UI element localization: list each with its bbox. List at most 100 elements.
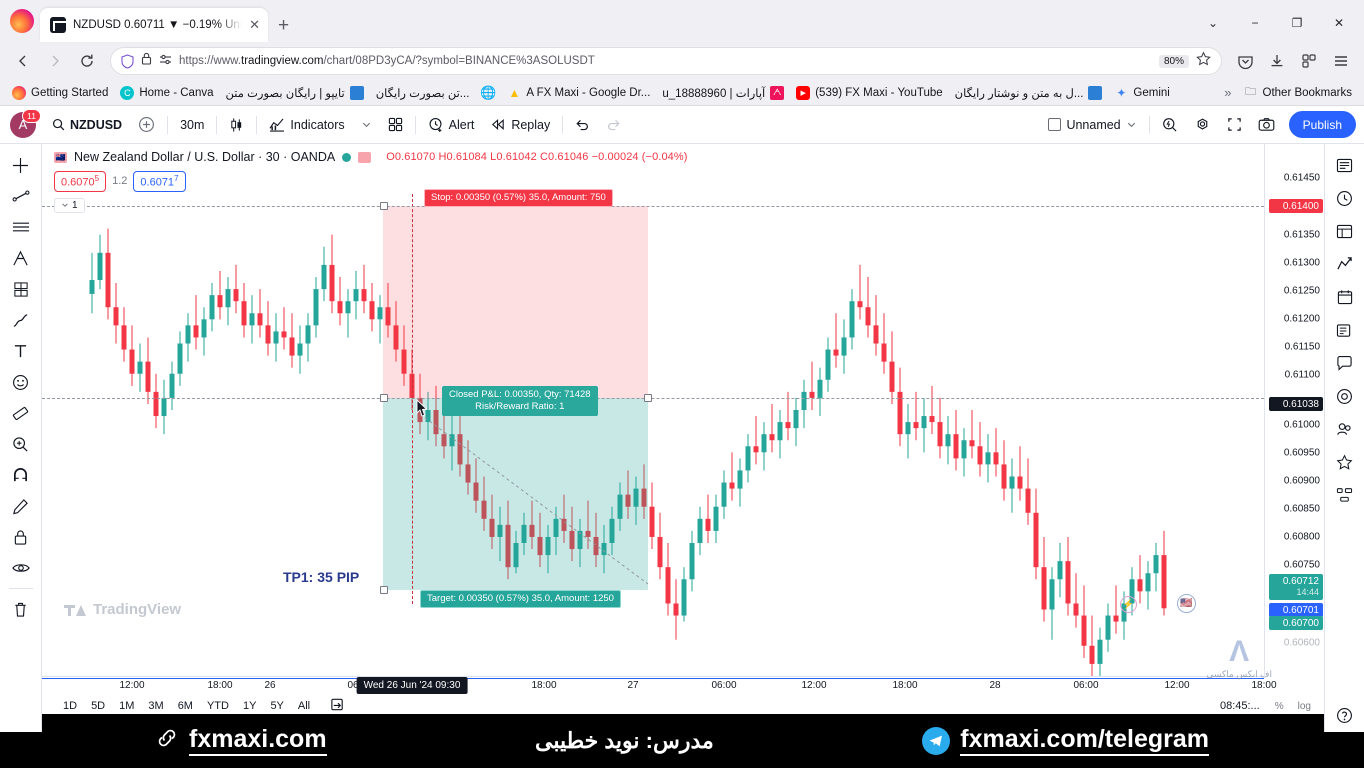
reload-icon[interactable] bbox=[72, 47, 102, 75]
magnet-icon[interactable] bbox=[5, 460, 37, 490]
close-icon[interactable]: ✕ bbox=[249, 17, 260, 33]
close-window-button[interactable]: ✕ bbox=[1320, 11, 1358, 35]
symbol-search-button[interactable]: NZDUSD bbox=[44, 111, 130, 139]
chart-settings-button[interactable] bbox=[1186, 111, 1219, 139]
website-link[interactable]: fxmaxi.com bbox=[155, 726, 327, 756]
bookmark-getting-started[interactable]: Getting Started bbox=[6, 84, 114, 102]
fib-pitchfork-icon[interactable] bbox=[5, 243, 37, 273]
text-tool-icon[interactable] bbox=[5, 336, 37, 366]
trend-line-icon[interactable] bbox=[5, 181, 37, 211]
calendar-icon[interactable] bbox=[1331, 284, 1359, 310]
bid-price-badge[interactable]: 0.60705 bbox=[54, 171, 107, 192]
maximize-button[interactable]: ❐ bbox=[1278, 11, 1316, 35]
news-icon[interactable] bbox=[1331, 317, 1359, 343]
price-scale[interactable]: 0.61450 0.61400 0.61350 0.61300 0.61250 … bbox=[1264, 144, 1324, 676]
flag-badge-icon[interactable]: 🇺🇸 bbox=[1177, 594, 1196, 613]
horizontal-lines-icon[interactable] bbox=[5, 212, 37, 242]
time-scale[interactable]: 12:00 18:00 26 06:00 Wed 26 Jun '24 09:3… bbox=[42, 676, 1277, 696]
bookmark-aparat[interactable]: ᗅ آپارات | u_18888960 bbox=[656, 84, 790, 102]
candlestick-plot[interactable]: Stop: 0.00350 (0.57%) 35.0, Amount: 750 … bbox=[42, 144, 1264, 679]
downloads-icon[interactable] bbox=[1262, 47, 1292, 75]
watchlist-icon[interactable] bbox=[1331, 152, 1359, 178]
bookmark-globe[interactable]: 🌐 bbox=[475, 84, 501, 102]
replay-button[interactable]: Replay bbox=[482, 111, 558, 139]
help-icon[interactable] bbox=[1331, 702, 1359, 728]
fullscreen-button[interactable] bbox=[1219, 111, 1250, 139]
range-6m[interactable]: 6M bbox=[171, 698, 200, 714]
back-arrow-icon[interactable] bbox=[8, 47, 38, 75]
indicators-button[interactable]: Indicators bbox=[261, 111, 352, 139]
bookmark-home-canva[interactable]: C Home - Canva bbox=[114, 84, 219, 102]
auto-scale-toggle[interactable]: log bbox=[1291, 699, 1318, 714]
risk-zone[interactable] bbox=[383, 206, 648, 398]
templates-button[interactable] bbox=[380, 111, 411, 139]
bookmarks-overflow-button[interactable]: » bbox=[1218, 83, 1237, 102]
extensions-icon[interactable] bbox=[1294, 47, 1324, 75]
measure-ruler-icon[interactable] bbox=[5, 398, 37, 428]
publish-button[interactable]: Publish bbox=[1288, 111, 1356, 138]
long-position-icon[interactable] bbox=[5, 274, 37, 304]
snapshot-button[interactable] bbox=[1250, 111, 1283, 139]
range-5d[interactable]: 5D bbox=[84, 698, 112, 714]
redo-button[interactable] bbox=[598, 111, 629, 139]
add-symbol-button[interactable] bbox=[130, 111, 163, 139]
bookmark-fx-maxi-drive[interactable]: ▲ A FX Maxi - Google Dr... bbox=[501, 84, 656, 102]
object-tree-icon[interactable] bbox=[1331, 482, 1359, 508]
bookmark-typo-2[interactable]: ...ل به متن و نوشتار رایگان bbox=[949, 84, 1109, 102]
range-1d[interactable]: 1D bbox=[56, 698, 84, 714]
bookmark-star-icon[interactable] bbox=[1196, 51, 1211, 71]
ask-price-badge[interactable]: 0.60717 bbox=[133, 171, 186, 192]
indicators-chevron-down-icon[interactable] bbox=[353, 111, 380, 139]
range-3m[interactable]: 3M bbox=[141, 698, 170, 714]
hide-drawings-eye-icon[interactable] bbox=[5, 553, 37, 583]
browser-tab[interactable]: NZDUSD 0.60711 ▼ −0.19% Unn ✕ bbox=[40, 8, 268, 42]
telegram-link[interactable]: fxmaxi.com/telegram bbox=[922, 726, 1209, 756]
order-qty-selector[interactable]: 1 bbox=[54, 197, 85, 213]
url-bar[interactable]: https://www.tradingview.com/chart/08PD3y… bbox=[110, 47, 1222, 75]
alerts-clock-icon[interactable] bbox=[1331, 185, 1359, 211]
bookmark-typo[interactable]: تایپو | رایگان بصورت متن bbox=[220, 84, 370, 102]
cross-cursor-icon[interactable] bbox=[5, 150, 37, 180]
reward-zone[interactable] bbox=[383, 398, 648, 590]
resize-handle-mid-right[interactable] bbox=[644, 394, 652, 402]
emoji-icon[interactable] bbox=[5, 367, 37, 397]
bookmark-youtube[interactable]: ▶ (539) FX Maxi - YouTube bbox=[790, 84, 948, 102]
chat-icon[interactable] bbox=[1331, 350, 1359, 376]
log-scale-toggle[interactable]: % bbox=[1268, 699, 1291, 714]
new-tab-button[interactable]: + bbox=[268, 15, 299, 42]
interval-button[interactable]: 30m bbox=[172, 111, 212, 139]
range-1m[interactable]: 1M bbox=[112, 698, 141, 714]
other-bookmarks-folder[interactable]: 🗀 Other Bookmarks bbox=[1238, 84, 1358, 102]
resize-handle-mid-left[interactable] bbox=[380, 394, 388, 402]
ideas-stream-icon[interactable] bbox=[1331, 449, 1359, 475]
undo-button[interactable] bbox=[567, 111, 598, 139]
public-chats-icon[interactable] bbox=[1331, 416, 1359, 442]
hotlist-icon[interactable] bbox=[1331, 251, 1359, 277]
pocket-icon[interactable] bbox=[1230, 47, 1260, 75]
data-window-icon[interactable] bbox=[1331, 218, 1359, 244]
avatar[interactable]: A 11 bbox=[10, 108, 41, 138]
drawing-mode-pen-icon[interactable] bbox=[5, 491, 37, 521]
brush-icon[interactable] bbox=[5, 305, 37, 335]
target-label[interactable]: Target: 0.00350 (0.57%) 35.0, Amount: 12… bbox=[420, 590, 621, 608]
tab-list-chevron-down-icon[interactable]: ⌄ bbox=[1194, 11, 1232, 35]
range-5y[interactable]: 5Y bbox=[263, 698, 290, 714]
forward-arrow-icon[interactable] bbox=[40, 47, 70, 75]
permissions-icon[interactable] bbox=[159, 52, 172, 70]
zoom-in-icon[interactable] bbox=[5, 429, 37, 459]
range-ytd[interactable]: YTD bbox=[200, 698, 236, 714]
zoom-level-indicator[interactable]: 80% bbox=[1158, 54, 1189, 68]
pnl-label[interactable]: Closed P&L: 0.00350, Qty: 71428 Risk/Rew… bbox=[442, 386, 598, 416]
chart-area[interactable]: 🇳🇿 New Zealand Dollar / U.S. Dollar · 30… bbox=[42, 144, 1324, 732]
layout-selector[interactable]: Unnamed bbox=[1040, 111, 1144, 139]
lightning-badge-icon[interactable]: ⚡ bbox=[1120, 596, 1137, 613]
range-all[interactable]: All bbox=[291, 698, 317, 714]
bookmark-gemini[interactable]: ✦ Gemini bbox=[1108, 84, 1175, 102]
alert-button[interactable]: Alert bbox=[420, 111, 483, 139]
chart-type-button[interactable] bbox=[221, 111, 252, 139]
quick-search-button[interactable] bbox=[1154, 111, 1186, 139]
bookmark-text-free[interactable]: ...تن بصورت رایگان bbox=[370, 84, 476, 102]
resize-handle-bottom-left[interactable] bbox=[380, 586, 388, 594]
remove-drawings-trash-icon[interactable] bbox=[5, 594, 37, 624]
range-1y[interactable]: 1Y bbox=[236, 698, 263, 714]
